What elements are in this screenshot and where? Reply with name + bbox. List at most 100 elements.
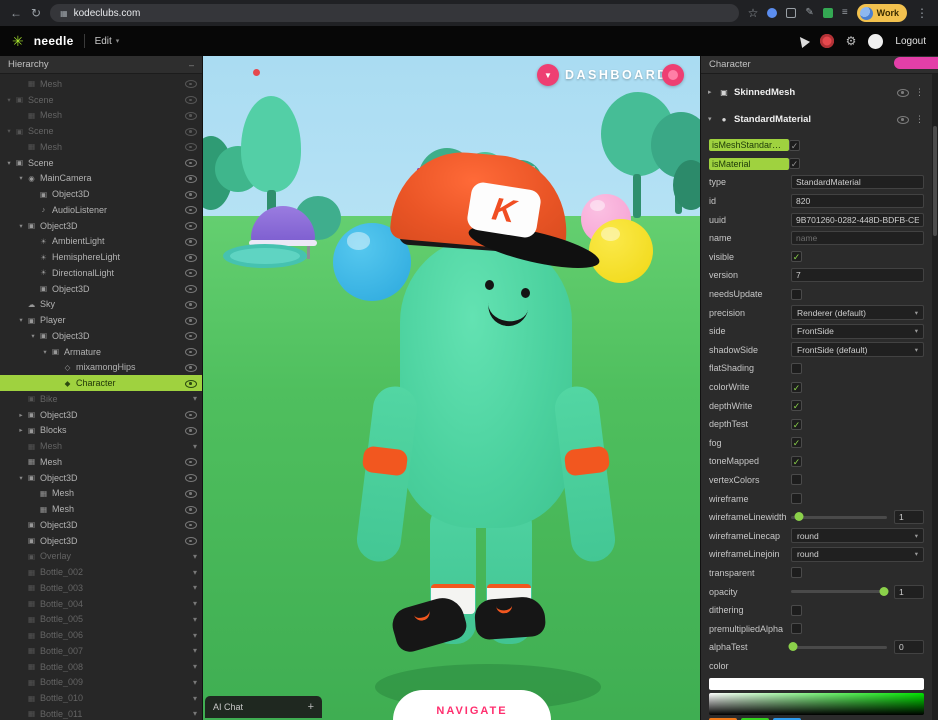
chevron-down-icon[interactable]: ▾ bbox=[193, 709, 197, 718]
visibility-eye-icon[interactable] bbox=[185, 283, 197, 294]
hierarchy-item-directionallight[interactable]: ☀DirectionalLight bbox=[0, 265, 202, 281]
hierarchy-item-bottle_011[interactable]: ▦Bottle_011▾ bbox=[0, 706, 202, 720]
hierarchy-item-object3d[interactable]: ▣Object3D bbox=[0, 281, 202, 297]
chevron-down-icon[interactable]: ▾ bbox=[193, 615, 197, 624]
hierarchy-item-bottle_008[interactable]: ▦Bottle_008▾ bbox=[0, 659, 202, 675]
visibility-eye-icon[interactable] bbox=[897, 87, 909, 98]
ai-chat-bar[interactable]: AI Chat + bbox=[205, 696, 322, 718]
hierarchy-item-bottle_004[interactable]: ▦Bottle_004▾ bbox=[0, 596, 202, 612]
checkbox[interactable]: ✓ bbox=[791, 400, 802, 411]
visibility-eye-icon[interactable] bbox=[185, 299, 197, 310]
app-logo[interactable]: needle bbox=[34, 34, 74, 48]
slider[interactable] bbox=[791, 646, 887, 649]
hierarchy-item-bottle_007[interactable]: ▦Bottle_007▾ bbox=[0, 643, 202, 659]
visibility-eye-icon[interactable] bbox=[185, 330, 197, 341]
checkbox[interactable] bbox=[791, 623, 802, 634]
visibility-eye-icon[interactable] bbox=[185, 141, 197, 152]
hierarchy-item-bike[interactable]: ▣Bike▾ bbox=[0, 391, 202, 407]
hierarchy-item-bottle_003[interactable]: ▦Bottle_003▾ bbox=[0, 580, 202, 596]
visibility-eye-icon[interactable] bbox=[185, 110, 197, 121]
hierarchy-item-object3d[interactable]: ▣Object3D bbox=[0, 517, 202, 533]
chevron-down-icon[interactable]: ▾ bbox=[193, 552, 197, 561]
hierarchy-item-overlay[interactable]: ▣Overlay▾ bbox=[0, 549, 202, 565]
component-skinnedmesh[interactable]: ▸ ▣ SkinnedMesh ⋮ bbox=[701, 83, 938, 101]
viewport-3d-canvas[interactable]: K K bbox=[203, 56, 700, 720]
chevron-open-icon[interactable]: ▾ bbox=[16, 316, 26, 324]
color-picker-gradient[interactable] bbox=[709, 693, 924, 715]
select-dropdown[interactable]: round▾ bbox=[791, 528, 924, 543]
hierarchy-item-player[interactable]: ▾▣Player bbox=[0, 312, 202, 328]
checkbox[interactable]: ✓ bbox=[791, 382, 802, 393]
chevron-down-icon[interactable]: ▾ bbox=[193, 694, 197, 703]
cursor-tool-icon[interactable] bbox=[796, 34, 810, 48]
visibility-eye-icon[interactable] bbox=[185, 519, 197, 530]
visibility-eye-icon[interactable] bbox=[185, 189, 197, 200]
visibility-eye-icon[interactable] bbox=[185, 378, 197, 389]
visibility-eye-icon[interactable] bbox=[185, 204, 197, 215]
site-info-icon[interactable]: ▦ bbox=[60, 9, 68, 18]
edit-menu[interactable]: Edit ▾ bbox=[95, 36, 120, 47]
visibility-eye-icon[interactable] bbox=[185, 94, 197, 105]
back-icon[interactable]: ← bbox=[10, 7, 22, 19]
visibility-eye-icon[interactable] bbox=[185, 78, 197, 89]
extension-icon[interactable] bbox=[823, 8, 833, 18]
visibility-eye-icon[interactable] bbox=[185, 236, 197, 247]
browser-profile-chip[interactable]: Work bbox=[857, 4, 907, 22]
slider-handle[interactable] bbox=[794, 512, 803, 521]
number-input[interactable]: 0 bbox=[894, 640, 924, 654]
text-input[interactable] bbox=[791, 175, 924, 189]
bookmark-star-icon[interactable]: ☆ bbox=[748, 7, 759, 19]
hierarchy-item-audiolistener[interactable]: ♪AudioListener bbox=[0, 202, 202, 218]
select-dropdown[interactable]: FrontSide▾ bbox=[791, 324, 924, 339]
visibility-eye-icon[interactable] bbox=[897, 114, 909, 125]
hierarchy-item-object3d[interactable]: ▣Object3D bbox=[0, 186, 202, 202]
hierarchy-item-scene[interactable]: ▾▣Scene bbox=[0, 92, 202, 108]
hierarchy-item-object3d[interactable]: ▾▣Object3D bbox=[0, 218, 202, 234]
checkbox[interactable]: ✓ bbox=[791, 437, 802, 448]
checkbox[interactable]: ✓ bbox=[789, 140, 800, 151]
text-input[interactable] bbox=[791, 231, 924, 245]
checkbox[interactable] bbox=[791, 605, 802, 616]
hierarchy-item-mesh[interactable]: ▦Mesh bbox=[0, 108, 202, 124]
panel-collapse-icon[interactable]: – bbox=[189, 60, 194, 70]
hierarchy-item-character[interactable]: ◆Character bbox=[0, 375, 202, 391]
chevron-open-icon[interactable]: ▾ bbox=[28, 332, 38, 340]
visibility-eye-icon[interactable] bbox=[185, 173, 197, 184]
chevron-open-icon[interactable]: ▾ bbox=[16, 174, 26, 182]
checkbox[interactable] bbox=[791, 474, 802, 485]
hierarchy-item-ambientlight[interactable]: ☀AmbientLight bbox=[0, 234, 202, 250]
chevron-down-icon[interactable]: ▾ bbox=[708, 115, 718, 123]
visibility-eye-icon[interactable] bbox=[185, 504, 197, 515]
chevron-closed-icon[interactable]: ▸ bbox=[16, 411, 26, 419]
scrollbar-thumb[interactable] bbox=[933, 126, 937, 236]
checkbox[interactable]: ✓ bbox=[791, 251, 802, 262]
chevron-down-icon[interactable]: ▾ bbox=[193, 442, 197, 451]
hierarchy-item-bottle_006[interactable]: ▦Bottle_006▾ bbox=[0, 627, 202, 643]
chevron-open-icon[interactable]: ▾ bbox=[16, 222, 26, 230]
hierarchy-item-mesh[interactable]: ▦Mesh▾ bbox=[0, 438, 202, 454]
chevron-down-icon[interactable]: ▾ bbox=[193, 631, 197, 640]
hierarchy-item-maincamera[interactable]: ▾◉MainCamera bbox=[0, 171, 202, 187]
slider[interactable] bbox=[791, 516, 887, 519]
settings-gear-icon[interactable]: ⚙ bbox=[846, 34, 857, 48]
slider-handle[interactable] bbox=[788, 642, 797, 651]
select-dropdown[interactable]: Renderer (default)▾ bbox=[791, 305, 924, 320]
checkbox[interactable]: ✓ bbox=[791, 456, 802, 467]
text-input[interactable] bbox=[791, 268, 924, 282]
visibility-eye-icon[interactable] bbox=[185, 425, 197, 436]
hierarchy-item-sky[interactable]: ☁Sky bbox=[0, 297, 202, 313]
select-dropdown[interactable]: round▾ bbox=[791, 547, 924, 562]
component-standardmaterial[interactable]: ▾ ● StandardMaterial ⋮ bbox=[701, 110, 938, 128]
visibility-eye-icon[interactable] bbox=[185, 488, 197, 499]
visibility-eye-icon[interactable] bbox=[185, 157, 197, 168]
hierarchy-item-armature[interactable]: ▾▣Armature bbox=[0, 344, 202, 360]
extension-icon[interactable] bbox=[786, 8, 796, 18]
chevron-down-icon[interactable]: ▾ bbox=[193, 599, 197, 608]
inspector-scrollbar[interactable] bbox=[932, 74, 938, 720]
hierarchy-item-bottle_002[interactable]: ▦Bottle_002▾ bbox=[0, 564, 202, 580]
dashboard-pin-icon[interactable]: ▼ bbox=[537, 64, 559, 86]
hierarchy-item-object3d[interactable]: ▸▣Object3D bbox=[0, 407, 202, 423]
hierarchy-item-mesh[interactable]: ▦Mesh bbox=[0, 139, 202, 155]
checkbox[interactable]: ✓ bbox=[791, 419, 802, 430]
hierarchy-item-object3d[interactable]: ▾▣Object3D bbox=[0, 470, 202, 486]
